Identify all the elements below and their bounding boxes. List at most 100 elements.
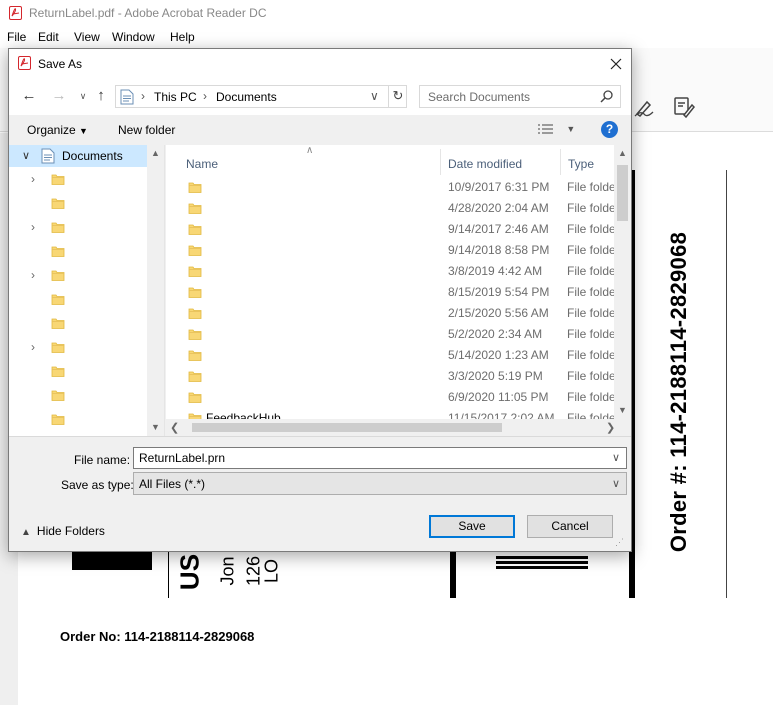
order-number-vertical: Order #: 114-2188114-2829068 [666,231,691,553]
scrollbar-thumb[interactable] [192,423,502,432]
resize-grip-icon[interactable]: ⋰ [615,537,624,548]
nav-folder-item[interactable] [9,192,147,216]
folder-icon [51,364,65,381]
file-name-field[interactable]: ∨ [133,447,627,469]
folder-icon [51,268,65,285]
file-date-cell: 5/14/2020 1:23 AM [448,348,549,362]
address-bar[interactable]: › This PC › Documents ∨ ↻ [115,85,407,108]
scroll-left-icon[interactable]: ❮ [170,421,179,434]
expand-caret-icon[interactable]: › [31,268,35,282]
search-input[interactable] [420,86,596,107]
file-list-horizontal-scrollbar[interactable]: ❮ ❯ [166,419,631,436]
cancel-button[interactable]: Cancel [527,515,613,538]
file-row[interactable]: 2/15/2020 5:56 AM File folder [166,302,620,323]
column-header-type[interactable]: Type [568,157,594,171]
scrollbar-thumb[interactable] [617,165,628,221]
nav-folder-item[interactable]: › [9,264,147,288]
file-type-cell: File folder [567,306,620,320]
file-row[interactable]: 3/8/2019 4:42 AM File folder [166,260,620,281]
chevron-down-icon[interactable]: ∨ [612,451,620,464]
view-dropdown-icon: ▼ [566,124,576,134]
file-row[interactable]: 3/3/2020 5:19 PM File folder [166,365,620,386]
help-icon[interactable]: ? [601,121,618,138]
file-row[interactable]: 9/14/2017 2:46 AM File folder [166,218,620,239]
nav-folder-item[interactable]: › [9,216,147,240]
change-view-button[interactable]: ▼ [537,121,575,135]
recent-locations-chevron-icon[interactable]: ∨ [73,91,93,102]
chevron-down-icon[interactable]: ∨ [370,89,379,103]
scroll-down-icon[interactable]: ▼ [618,405,627,415]
save-button[interactable]: Save [429,515,515,538]
navigation-row: ← → ∨ ↑ › This PC › Documents ∨ ↻ [9,79,631,115]
chevron-down-icon[interactable]: ∨ [612,477,620,490]
expand-caret-icon[interactable]: › [31,172,35,186]
forward-arrow-icon[interactable]: → [49,87,69,104]
close-icon[interactable] [605,53,627,75]
navigation-pane: ∨ Documents › › › › ▲ ▼ [9,145,165,436]
file-row[interactable]: 5/14/2020 1:23 AM File folder [166,344,620,365]
nav-item-documents[interactable]: ∨ Documents [9,145,147,167]
file-row[interactable]: 5/2/2020 2:34 AM File folder [166,323,620,344]
nav-folder-item[interactable]: › [9,336,147,360]
collapse-caret-icon: ▲ [21,527,31,538]
edit-document-icon[interactable] [672,95,696,122]
refresh-icon[interactable]: ↻ [388,86,407,107]
scroll-up-icon[interactable]: ▲ [151,148,160,158]
file-row[interactable]: 6/9/2020 11:05 PM File folder [166,386,620,407]
file-type-cell: File folder [567,180,620,194]
file-name-input[interactable] [134,448,604,468]
file-row[interactable]: 8/15/2019 5:54 PM File folder [166,281,620,302]
nav-pane-scrollbar[interactable]: ▲ ▼ [147,145,164,436]
back-arrow-icon[interactable]: ← [19,87,39,104]
breadcrumb-documents[interactable]: Documents [216,90,277,104]
up-arrow-icon[interactable]: ↑ [91,87,111,104]
folder-icon [188,327,202,344]
scroll-right-icon[interactable]: ❯ [606,421,615,434]
hide-folders-button[interactable]: ▲ Hide Folders [21,524,105,538]
menu-view[interactable]: View [74,30,100,44]
expand-caret-icon[interactable]: › [31,220,35,234]
nav-folder-item[interactable] [9,288,147,312]
column-divider[interactable] [560,149,561,175]
folder-icon [188,222,202,239]
search-box[interactable] [419,85,621,108]
nav-folder-item[interactable] [9,408,147,432]
menu-window[interactable]: Window [112,30,155,44]
search-icon[interactable] [600,89,614,106]
breadcrumb-this-pc[interactable]: This PC [154,90,197,104]
menu-edit[interactable]: Edit [38,30,59,44]
organize-label: Organize [27,123,76,137]
column-divider[interactable] [440,149,441,175]
file-type-cell: File folder [567,285,620,299]
nav-folder-item[interactable]: › [9,168,147,192]
nav-folder-item[interactable] [9,312,147,336]
file-row[interactable]: 10/9/2017 6:31 PM File folder [166,176,620,197]
sign-pen-icon[interactable] [633,96,655,121]
file-date-cell: 10/9/2017 6:31 PM [448,180,550,194]
nav-folder-item[interactable] [9,360,147,384]
expand-caret-icon[interactable]: › [31,340,35,354]
folder-icon [188,390,202,407]
column-header-date-modified[interactable]: Date modified [448,157,522,171]
file-list-vertical-scrollbar[interactable]: ▲ ▼ [614,145,631,419]
file-row[interactable]: 4/28/2020 2:04 AM File folder [166,197,620,218]
menu-file[interactable]: File [7,30,26,44]
hide-folders-label: Hide Folders [36,524,105,538]
breadcrumb-separator-icon: › [141,89,145,103]
file-type-cell: File folder [567,243,620,257]
menu-help[interactable]: Help [170,30,195,44]
scroll-up-icon[interactable]: ▲ [618,148,627,158]
folder-icon [188,369,202,386]
organize-button[interactable]: Organize ▼ [27,123,88,137]
scroll-down-icon[interactable]: ▼ [151,422,160,432]
expanded-caret-icon[interactable]: ∨ [22,149,30,162]
label-divider-line [168,550,169,598]
nav-folder-item[interactable] [9,240,147,264]
new-folder-button[interactable]: New folder [118,123,175,137]
file-date-cell: 9/14/2017 2:46 AM [448,222,549,236]
save-as-type-select[interactable]: All Files (*.*) ∨ [133,472,627,495]
save-as-type-value: All Files (*.*) [139,477,206,491]
column-header-name[interactable]: Name [186,157,218,171]
file-row[interactable]: 9/14/2018 8:58 PM File folder [166,239,620,260]
nav-folder-item[interactable] [9,384,147,408]
